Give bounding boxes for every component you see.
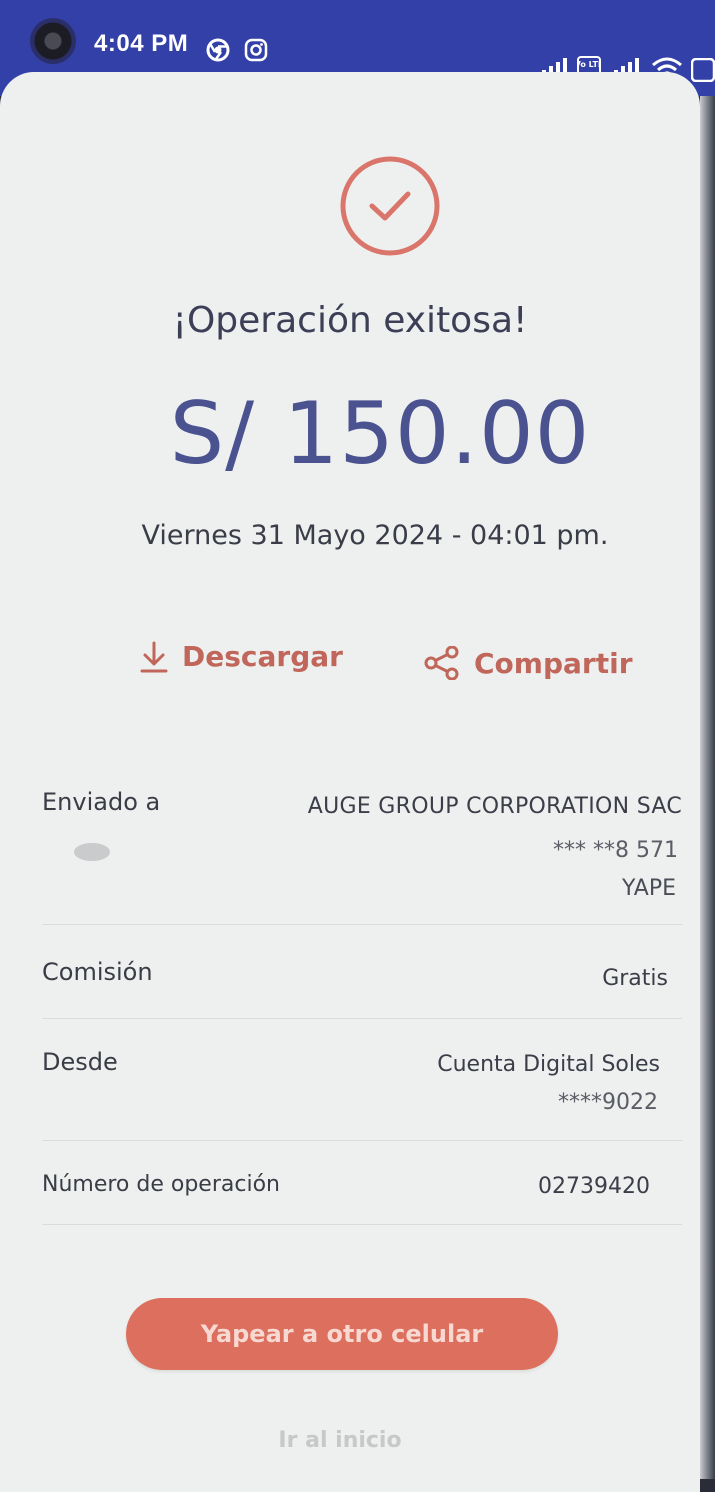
divider bbox=[42, 924, 682, 925]
status-time: 4:04 PM bbox=[94, 30, 189, 57]
device-edge bbox=[700, 96, 715, 1479]
sent-to-name: AUGE GROUP CORPORATION SAC bbox=[307, 794, 682, 819]
chrome-icon bbox=[206, 38, 230, 66]
operation-number-value: 02739420 bbox=[538, 1174, 650, 1199]
operation-number-label: Número de operación bbox=[42, 1172, 280, 1197]
fee-label: Comisión bbox=[42, 958, 153, 986]
blurred-avatar bbox=[74, 843, 110, 861]
download-label: Descargar bbox=[182, 640, 343, 673]
battery-icon bbox=[690, 57, 715, 86]
success-check-icon bbox=[340, 156, 440, 256]
sent-to-phone: *** **8 571 bbox=[553, 838, 678, 863]
fee-value: Gratis bbox=[602, 966, 668, 991]
share-button[interactable]: Compartir bbox=[424, 646, 633, 680]
from-label: Desde bbox=[42, 1048, 118, 1076]
share-label: Compartir bbox=[474, 646, 633, 680]
divider bbox=[42, 1140, 682, 1141]
operation-date: Viernes 31 Mayo 2024 - 04:01 pm. bbox=[141, 520, 609, 551]
divider bbox=[42, 1224, 682, 1225]
page-title: ¡Operación exitosa! bbox=[172, 300, 528, 341]
download-button[interactable]: Descargar bbox=[140, 640, 343, 673]
divider bbox=[42, 1018, 682, 1019]
from-account-number: ****9022 bbox=[558, 1090, 658, 1115]
amount: S/ 150.00 bbox=[169, 384, 591, 484]
home-link[interactable]: Ir al inicio bbox=[0, 1428, 680, 1453]
sent-to-channel: YAPE bbox=[622, 876, 676, 901]
share-icon bbox=[424, 646, 459, 680]
instagram-icon bbox=[244, 38, 268, 66]
front-camera bbox=[30, 18, 76, 64]
from-account: Cuenta Digital Soles bbox=[437, 1052, 660, 1077]
sent-to-label: Enviado a bbox=[42, 788, 161, 816]
receipt-screen: ¡Operación exitosa! S/ 150.00 Viernes 31… bbox=[0, 72, 700, 1492]
download-icon bbox=[140, 641, 168, 672]
yapear-otro-celular-button[interactable]: Yapear a otro celular bbox=[126, 1298, 558, 1370]
volte-label: Vo LTE bbox=[577, 60, 601, 69]
